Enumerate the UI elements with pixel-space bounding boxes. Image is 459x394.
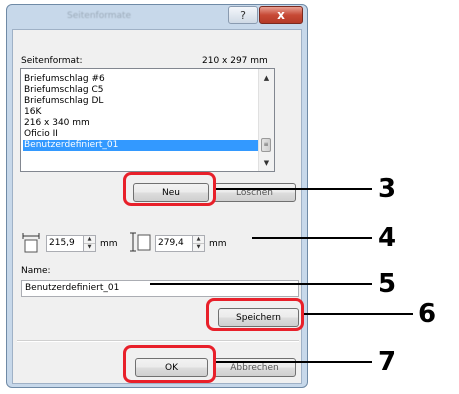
scroll-down-icon[interactable]: ▼ [259,157,274,169]
spin-up-icon[interactable]: ▲ [84,236,95,244]
list-item[interactable]: Briefumschlag #6 [23,74,260,85]
height-input[interactable]: 279,4 [155,235,193,252]
callout-number-4: 4 [378,223,397,253]
callout-line-3 [216,188,372,190]
list-item[interactable]: Oficio II [23,129,260,140]
callout-number-6: 6 [418,299,437,329]
callout-line-6 [304,313,413,315]
list-item[interactable]: Briefumschlag DL [23,96,260,107]
scroll-thumb[interactable]: ≡ [261,138,271,152]
list-item[interactable]: 216 x 340 mm [23,118,260,129]
paper-size-list[interactable]: Briefumschlag #6 Briefumschlag C5 Briefu… [20,68,275,172]
scroll-up-icon[interactable]: ▲ [259,72,274,84]
question-mark-icon: ? [240,8,246,22]
callout-line-7 [216,361,372,363]
callout-number-3: 3 [378,174,397,204]
paper-size-label: Seitenformat: [21,56,83,66]
list-item[interactable]: Briefumschlag C5 [23,85,260,96]
width-unit: mm [100,239,118,249]
callout-line-4 [252,237,372,239]
close-button[interactable]: x [259,6,303,24]
cancel-button-label: Abbrechen [230,362,279,373]
title-bar: Seitenformate ? x [7,5,307,29]
list-item-selected[interactable]: Benutzerdefiniert_01 [23,140,260,151]
list-item[interactable]: 16K [23,107,260,118]
callout-ring-save [206,298,304,331]
height-unit: mm [209,239,227,249]
paper-size-dimensions: 210 x 297 mm [202,56,268,66]
spin-down-icon[interactable]: ▼ [193,244,204,251]
height-spinner[interactable]: ▲ ▼ [192,235,205,252]
callout-number-7: 7 [378,347,397,377]
name-label: Name: [21,266,51,276]
width-spinner[interactable]: ▲ ▼ [83,235,96,252]
width-input[interactable]: 215,9 [46,235,84,252]
page-height-icon [130,232,151,252]
close-icon: x [277,8,285,22]
dialog-title: Seitenformate [67,11,132,21]
page-width-icon [22,233,40,253]
delete-button[interactable]: Löschen [213,183,296,202]
spin-down-icon[interactable]: ▼ [84,244,95,251]
callout-number-5: 5 [378,269,397,299]
spin-up-icon[interactable]: ▲ [193,236,204,244]
list-scrollbar[interactable]: ▲ ≡ ▼ [258,69,274,171]
help-button[interactable]: ? [228,6,258,24]
callout-line-5 [150,283,372,285]
divider [17,340,299,342]
callout-ring-new [123,172,216,206]
callout-ring-ok [123,345,216,383]
